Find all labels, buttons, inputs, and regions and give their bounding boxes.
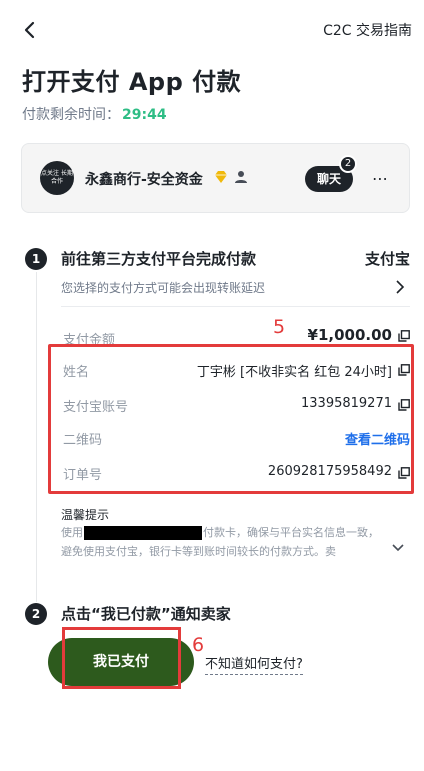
timer-label: 付款剩余时间： <box>22 107 120 123</box>
payment-method: 支付宝 <box>364 250 410 268</box>
transfer-delay-note[interactable]: 您选择的支付方式可能会出现转账延迟 <box>61 279 265 296</box>
diamond-badge-icon <box>215 171 227 183</box>
divider <box>61 306 410 307</box>
step1-title: 前往第三方支付平台完成付款 <box>61 250 257 268</box>
redacted-block <box>84 526 202 540</box>
annotation-box-5 <box>48 344 414 494</box>
step1-number: 1 <box>25 248 47 270</box>
tips-line2: 避免使用支付宝，银行卡等到账时间较长的付款方式。卖 <box>61 545 336 558</box>
tips-line1-pre: 使用 <box>61 526 83 539</box>
how-to-pay-link[interactable]: 不知道如何支付? <box>205 653 303 675</box>
tips-line1-post: 付款卡，确保与平台实名信息一致， <box>203 526 379 539</box>
verified-users-icon <box>235 171 247 183</box>
annotation-number-5: 5 <box>273 316 286 338</box>
tips-title: 温馨提示 <box>61 508 110 522</box>
page-title: 打开支付 App 付款 <box>22 68 242 96</box>
annotation-box-6 <box>62 627 181 689</box>
annotation-number-6: 6 <box>192 634 205 656</box>
more-options-icon[interactable]: ⋯ <box>372 170 390 188</box>
payment-timer: 付款剩余时间： 29:44 <box>22 104 167 124</box>
step-connector-line <box>36 272 37 602</box>
step2-number: 2 <box>25 603 47 625</box>
merchant-name[interactable]: 永鑫商行-安全资金 <box>85 169 203 189</box>
chevron-right-icon[interactable] <box>394 280 406 294</box>
merchant-avatar[interactable]: 点关注 长期合作 <box>40 161 74 195</box>
chat-unread-badge: 2 <box>339 155 357 173</box>
back-arrow-icon[interactable] <box>18 18 42 42</box>
chevron-down-icon[interactable] <box>392 543 404 553</box>
c2c-guide-link[interactable]: C2C 交易指南 <box>323 20 412 40</box>
timer-value: 29:44 <box>122 107 167 123</box>
step2-title: 点击“我已付款”通知卖家 <box>61 605 231 623</box>
merchant-card: 点关注 长期合作 永鑫商行-安全资金 聊天 2 ⋯ <box>21 143 410 213</box>
amount-value: ¥1,000.00 <box>307 326 392 344</box>
copy-icon[interactable] <box>398 330 410 342</box>
tips-text: 使用 付款卡，确保与平台实名信息一致， 避免使用支付宝，银行卡等到账时间较长的付款… <box>61 523 379 561</box>
